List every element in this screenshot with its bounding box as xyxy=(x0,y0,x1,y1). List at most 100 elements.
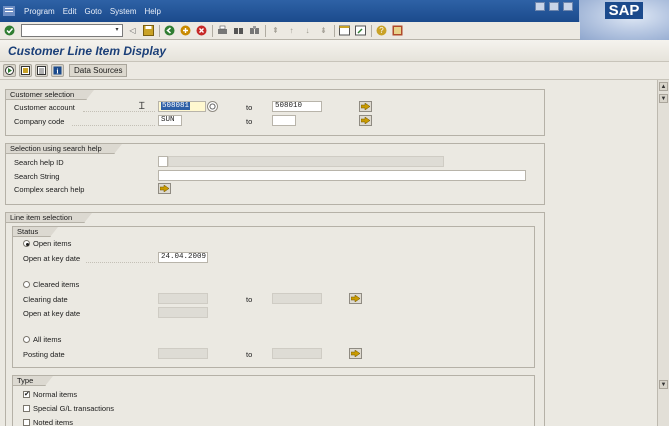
back-icon[interactable] xyxy=(163,24,176,37)
menu-program[interactable]: Program xyxy=(24,7,55,16)
toolbar-separator xyxy=(334,24,335,37)
status-title: Status xyxy=(12,226,59,237)
all-items-radio[interactable] xyxy=(23,336,30,343)
toolbar-separator xyxy=(159,24,160,37)
customer-account-to-input[interactable]: 508010 xyxy=(272,101,322,112)
menu-help[interactable]: Help xyxy=(145,7,161,16)
command-field[interactable]: ▾ xyxy=(21,24,123,37)
all-items-label: All items xyxy=(33,335,62,344)
customer-account-from-input[interactable]: 508081 xyxy=(158,101,206,112)
close-icon[interactable] xyxy=(563,2,573,11)
cleared-open-at-key-date-input[interactable] xyxy=(158,307,208,318)
customer-account-to-label: to xyxy=(246,103,253,112)
dotted-leader xyxy=(86,262,155,263)
info-icon[interactable]: i xyxy=(51,64,64,77)
type-title: Type xyxy=(12,375,54,386)
dotted-leader xyxy=(72,125,155,126)
open-at-key-date-input[interactable]: 24.04.2009 xyxy=(158,252,208,263)
open-items-label: Open items xyxy=(33,239,72,248)
title-bar: Customer Line Item Display xyxy=(0,40,669,62)
company-code-to-label: to xyxy=(246,117,253,126)
cleared-items-label: Cleared items xyxy=(33,280,80,289)
window-controls xyxy=(535,2,573,11)
search-help-id-description xyxy=(168,156,444,167)
search-string-label: Search String xyxy=(14,172,60,181)
customer-account-multiple-selection-arrow-icon[interactable] xyxy=(359,101,372,112)
cleared-items-radio[interactable] xyxy=(23,281,30,288)
find-next-icon[interactable] xyxy=(248,24,261,37)
posting-date-to-label: to xyxy=(246,350,253,359)
command-dropdown-icon[interactable]: ▾ xyxy=(113,26,121,35)
normal-items-label: Normal items xyxy=(33,390,78,399)
clearing-date-multiple-selection-arrow-icon[interactable] xyxy=(349,293,362,304)
scroll-down-icon[interactable]: ▼ xyxy=(659,94,668,103)
open-items-radio[interactable] xyxy=(23,240,30,247)
company-code-to-input[interactable] xyxy=(272,115,296,126)
menu-edit[interactable]: Edit xyxy=(63,7,77,16)
new-session-icon[interactable] xyxy=(338,24,351,37)
command-toggle-icon[interactable]: ◁ xyxy=(126,24,139,37)
multiple-selection-icon[interactable] xyxy=(207,101,218,112)
complex-search-help-arrow-icon[interactable] xyxy=(158,183,171,194)
clearing-date-from-input[interactable] xyxy=(158,293,208,304)
cleared-open-at-key-date-label: Open at key date xyxy=(23,309,81,318)
save-icon[interactable] xyxy=(142,24,155,37)
menu-system[interactable]: System xyxy=(110,7,137,16)
cancel-icon[interactable] xyxy=(195,24,208,37)
maximize-icon[interactable] xyxy=(549,2,559,11)
application-toolbar: i Data Sources xyxy=(0,62,669,80)
posting-date-to-input[interactable] xyxy=(272,348,322,359)
posting-date-multiple-selection-arrow-icon[interactable] xyxy=(349,348,362,359)
posting-date-from-input[interactable] xyxy=(158,348,208,359)
shortcut-icon[interactable] xyxy=(354,24,367,37)
scroll-page-down-icon[interactable]: ▼ xyxy=(659,380,668,389)
exit-icon[interactable] xyxy=(179,24,192,37)
menu-goto[interactable]: Goto xyxy=(84,7,101,16)
layout-menu-icon[interactable] xyxy=(391,24,404,37)
customer-account-from-value: 508081 xyxy=(161,102,191,110)
selection-options-icon[interactable] xyxy=(35,64,48,77)
get-variant-icon[interactable] xyxy=(19,64,32,77)
vertical-scrollbar[interactable]: ▲ ▼ ▼ xyxy=(657,80,669,426)
special-gl-label: Special G/L transactions xyxy=(33,404,115,413)
first-page-icon[interactable]: ⇞ xyxy=(269,24,282,37)
company-code-multiple-selection-arrow-icon[interactable] xyxy=(359,115,372,126)
scroll-up-icon[interactable]: ▲ xyxy=(659,82,668,91)
customer-selection-group: Customer selection xyxy=(5,89,545,136)
company-code-label: Company code xyxy=(14,117,65,126)
complex-search-help-label: Complex search help xyxy=(14,185,85,194)
type-group: Type xyxy=(12,375,535,426)
special-gl-checkbox[interactable] xyxy=(23,405,30,412)
posting-date-label: Posting date xyxy=(23,350,65,359)
print-icon[interactable] xyxy=(216,24,229,37)
normal-items-checkbox[interactable]: ✔ xyxy=(23,391,30,398)
clearing-date-to-input[interactable] xyxy=(272,293,322,304)
clearing-date-label: Clearing date xyxy=(23,295,68,304)
svg-text:?: ? xyxy=(379,26,384,35)
toolbar-separator xyxy=(371,24,372,37)
company-code-from-input[interactable]: SUN xyxy=(158,115,182,126)
minimize-icon[interactable] xyxy=(535,2,545,11)
noted-items-label: Noted items xyxy=(33,418,74,426)
help-icon[interactable]: ? xyxy=(375,24,388,37)
clearing-date-to-label: to xyxy=(246,295,253,304)
next-page-icon[interactable]: ↓ xyxy=(301,24,314,37)
menu-app-icon[interactable] xyxy=(2,5,16,17)
menu-bar: Program Edit Goto System Help xyxy=(0,0,669,22)
noted-items-checkbox[interactable] xyxy=(23,419,30,426)
last-page-icon[interactable]: ⇟ xyxy=(317,24,330,37)
svg-text:i: i xyxy=(57,68,59,76)
search-string-input[interactable] xyxy=(158,170,526,181)
data-sources-button[interactable]: Data Sources xyxy=(69,64,128,77)
selection-screen: Customer selection Customer account Ɪ 50… xyxy=(0,80,657,426)
previous-page-icon[interactable]: ↑ xyxy=(285,24,298,37)
find-icon[interactable] xyxy=(232,24,245,37)
sap-logo-text: SAP xyxy=(604,2,644,19)
execute-icon[interactable] xyxy=(3,64,16,77)
search-help-id-input[interactable] xyxy=(158,156,168,167)
open-at-key-date-label: Open at key date xyxy=(23,254,81,263)
toolbar-separator xyxy=(212,24,213,37)
customer-selection-title: Customer selection xyxy=(5,89,95,100)
enter-icon[interactable] xyxy=(3,24,16,37)
system-toolbar: ▾ ◁ ⇞ ↑ ↓ ⇟ ? xyxy=(0,22,580,40)
